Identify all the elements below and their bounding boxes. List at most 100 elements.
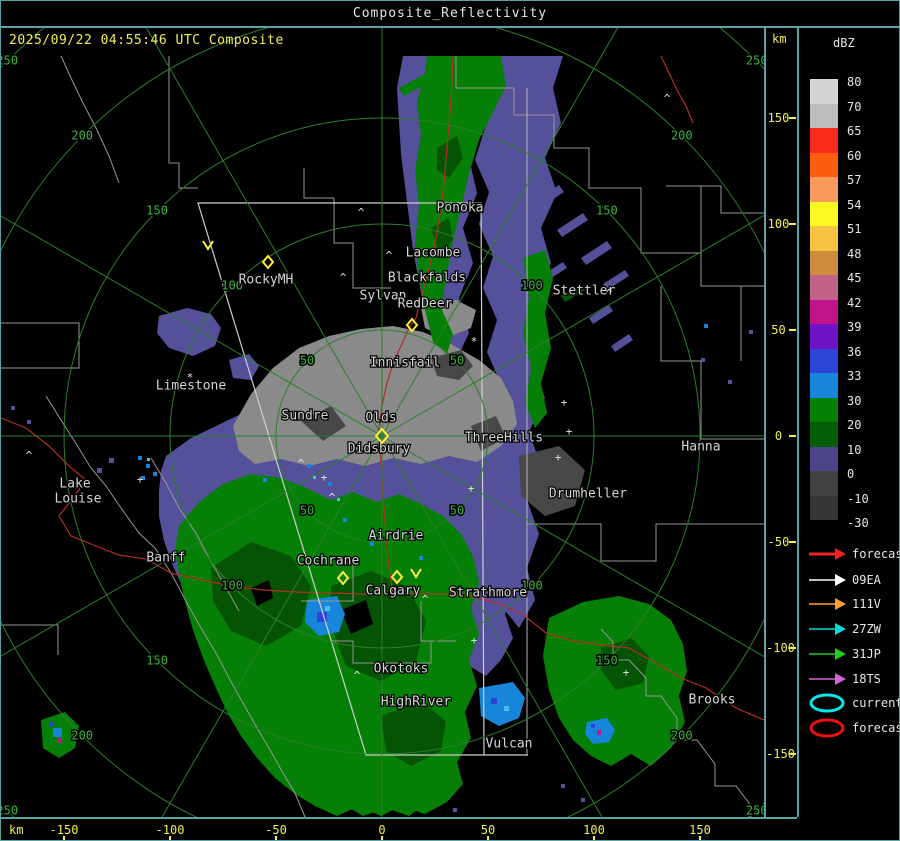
range-ring-label: 150 xyxy=(596,653,618,667)
town-plus-icon: + xyxy=(623,666,630,679)
town-plus-icon: + xyxy=(566,425,573,438)
colorbar-band xyxy=(810,226,838,251)
right-axis-tick xyxy=(789,541,796,543)
colorbar-band xyxy=(810,349,838,374)
colorbar-band xyxy=(810,275,838,300)
range-ring-label: 200 xyxy=(671,129,693,143)
city-label: Brooks xyxy=(689,693,736,708)
bottom-axis-tick xyxy=(63,836,65,841)
range-ring-label: 150 xyxy=(146,653,168,667)
legend-item: current xyxy=(807,694,900,712)
right-axis-tick-label: 150 xyxy=(766,111,791,125)
town-plus-icon: + xyxy=(137,473,144,486)
colorbar-label: 48 xyxy=(847,247,861,261)
legend-item: forecast xyxy=(807,719,900,737)
bottom-axis-tick xyxy=(487,836,489,841)
city-label: Banff xyxy=(146,551,185,566)
legend-ellipse-icon xyxy=(807,718,847,738)
city-label: Innisfail xyxy=(370,356,440,371)
city-label: Sundre xyxy=(282,409,329,424)
legend-item: 18TS xyxy=(807,670,881,688)
legend-item-label: 31JP xyxy=(852,647,881,661)
colorbar-label: 10 xyxy=(847,443,861,457)
town-caret-icon: ^ xyxy=(664,92,671,105)
range-ring-label: 200 xyxy=(71,728,93,742)
side-panel: dBZ 807065605754514845423936333020100-10… xyxy=(799,28,899,840)
legend-item: 27ZW xyxy=(807,620,881,638)
legend-item-label: 111V xyxy=(852,597,881,611)
range-ring-label: 100 xyxy=(221,578,243,592)
right-axis-tick-label: -50 xyxy=(766,535,791,549)
colorbar-label: 60 xyxy=(847,149,861,163)
city-label: Airdrie xyxy=(369,529,424,544)
legend-arrow-icon xyxy=(807,669,847,689)
right-axis-tick-label: 0 xyxy=(766,429,791,443)
colorbar-band xyxy=(810,447,838,472)
city-label: HighRiver xyxy=(381,695,452,710)
legend-item-label: 09EA xyxy=(852,573,881,587)
range-ring-label: 250 xyxy=(1,803,18,817)
city-label: Louise xyxy=(55,492,102,507)
legend-item: forecast xyxy=(807,545,900,563)
city-label: Ponoka xyxy=(437,201,484,216)
town-caret-icon: ^ xyxy=(386,249,393,262)
colorbar-band xyxy=(810,153,838,178)
right-axis-tick xyxy=(789,117,796,119)
bottom-axis-tick-label: 100 xyxy=(583,823,605,837)
bottom-axis-tick-label: -50 xyxy=(265,823,287,837)
range-ring-label: 200 xyxy=(71,129,93,143)
right-axis-unit: km xyxy=(772,32,786,46)
colorbar-band xyxy=(810,128,838,153)
town-caret-icon: ^ xyxy=(298,457,305,470)
timestamp: 2025/09/22 04:55:46 UTC Composite xyxy=(9,33,284,48)
range-ring-label: 200 xyxy=(671,728,693,742)
bottom-axis-tick xyxy=(699,836,701,841)
legend-arrow-icon xyxy=(807,619,847,639)
range-ring-label: 150 xyxy=(146,204,168,218)
colorbar-label: 70 xyxy=(847,100,861,114)
town-plus-icon: + xyxy=(471,634,478,647)
town-caret-icon: ^ xyxy=(26,449,33,462)
city-label: Vulcan xyxy=(486,737,533,752)
city-label: Didsbury xyxy=(348,442,411,457)
town-caret-icon: ^ xyxy=(354,669,361,682)
legend-arrow-icon xyxy=(807,544,847,564)
bottom-axis-tick xyxy=(381,836,383,841)
city-label: RockyMH xyxy=(239,273,294,288)
colorbar-label: 42 xyxy=(847,296,861,310)
colorbar-unit: dBZ xyxy=(833,36,855,50)
right-axis-tick xyxy=(789,753,796,755)
right-axis: km 150100500-50-100-150 xyxy=(766,28,799,817)
colorbar-band xyxy=(810,300,838,325)
city-label: Lacombe xyxy=(406,246,461,261)
town-caret-icon: ^ xyxy=(329,491,336,504)
colorbar-label: 39 xyxy=(847,320,861,334)
town-star-icon: * xyxy=(187,371,194,384)
city-label: Drumheller xyxy=(549,487,627,502)
window-title: Composite_Reflectivity xyxy=(1,1,899,28)
town-caret-icon: ^ xyxy=(422,593,429,606)
colorbar-label: 51 xyxy=(847,222,861,236)
range-ring-label: 250 xyxy=(746,803,764,817)
bottom-axis-unit: km xyxy=(9,823,23,837)
city-label: Blackfalds xyxy=(388,271,466,286)
town-star-icon: * xyxy=(471,335,478,348)
legend-item: 111V xyxy=(807,595,881,613)
bottom-axis-tick-label: -150 xyxy=(50,823,79,837)
right-axis-tick xyxy=(789,435,796,437)
legend-item-label: current xyxy=(852,696,900,710)
colorbar-label: 54 xyxy=(847,198,861,212)
bottom-axis-tick-label: 0 xyxy=(378,823,385,837)
bottom-axis: km -150-100-50050100150 xyxy=(1,817,797,841)
city-label: Lake xyxy=(59,477,90,492)
town-caret-icon: ^ xyxy=(606,287,613,300)
city-label: Okotoks xyxy=(374,662,429,677)
range-ring-label: 250 xyxy=(1,54,18,68)
bottom-axis-tick-label: 150 xyxy=(689,823,711,837)
radar-map-canvas: 5050505010010010010015015015015020020020… xyxy=(1,28,764,817)
legend-item-label: 27ZW xyxy=(852,622,881,636)
legend-ellipse-icon xyxy=(807,693,847,713)
colorbar-band xyxy=(810,324,838,349)
bottom-axis-tick xyxy=(593,836,595,841)
radar-app-window: Composite_Reflectivity xyxy=(0,0,900,841)
